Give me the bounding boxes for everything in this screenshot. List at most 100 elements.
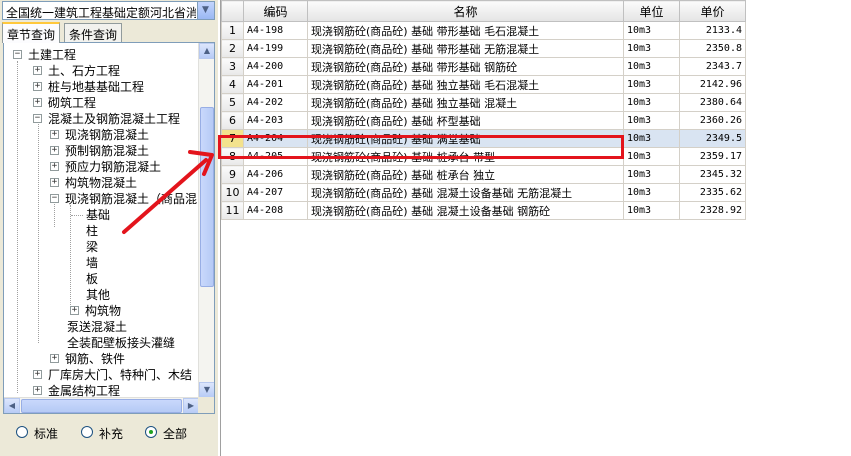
cell-code[interactable]: A4-203 (243, 111, 308, 130)
table-row[interactable]: 10 A4-207 现浇钢筋砼(商品砼) 基础 混凝土设备基础 无筋混凝土 10m3 2… (221, 183, 746, 202)
expand-icon[interactable]: + (33, 386, 42, 395)
collapse-icon[interactable]: − (50, 194, 59, 203)
row-number[interactable]: 9 (221, 165, 244, 184)
cell-price[interactable]: 2343.7 (679, 57, 746, 76)
table-row[interactable]: 3 A4-200 现浇钢筋砼(商品砼) 基础 带形基础 钢筋砼 10m3 2343.7 (221, 57, 746, 76)
collapse-icon[interactable]: − (13, 50, 22, 59)
table-row[interactable]: 2 A4-199 现浇钢筋砼(商品砼) 基础 带形基础 无筋混凝土 10m3 2350.… (221, 39, 746, 58)
cell-code[interactable]: A4-199 (243, 39, 308, 58)
cell-name[interactable]: 现浇钢筋砼(商品砼) 基础 独立基础 毛石混凝土 (307, 75, 624, 94)
cell-code[interactable]: A4-202 (243, 93, 308, 112)
table-row[interactable]: 4 A4-201 现浇钢筋砼(商品砼) 基础 独立基础 毛石混凝土 10m3 2142.… (221, 75, 746, 94)
tab-condition-query[interactable]: 条件查询 (64, 23, 123, 42)
row-number[interactable]: 11 (221, 201, 244, 220)
dropdown-button[interactable]: ▼ (197, 2, 214, 19)
table-row[interactable]: 6 A4-203 现浇钢筋砼(商品砼) 基础 杯型基础 10m3 2360.26 (221, 111, 746, 130)
row-number[interactable]: 6 (221, 111, 244, 130)
cell-price[interactable]: 2350.8 (679, 39, 746, 58)
scroll-right-button[interactable]: ▶ (183, 398, 199, 413)
expand-icon[interactable]: + (50, 130, 59, 139)
expand-icon[interactable]: + (33, 82, 42, 91)
expand-icon[interactable]: + (33, 66, 42, 75)
cell-name[interactable]: 现浇钢筋砼(商品砼) 基础 杯型基础 (307, 111, 624, 130)
cell-unit[interactable]: 10m3 (623, 75, 680, 94)
header-unit[interactable]: 单位 (623, 0, 680, 22)
radio-circle[interactable] (81, 426, 93, 438)
row-number[interactable]: 7 (221, 129, 244, 148)
table-row[interactable]: 9 A4-206 现浇钢筋砼(商品砼) 基础 桩承台 独立 10m3 2345.32 (221, 165, 746, 184)
radio-circle[interactable] (16, 426, 28, 438)
cell-unit[interactable]: 10m3 (623, 129, 680, 148)
expand-icon[interactable]: + (33, 98, 42, 107)
cell-code[interactable]: A4-204 (243, 129, 308, 148)
cell-price[interactable]: 2345.32 (679, 165, 746, 184)
radio-circle[interactable] (145, 426, 157, 438)
cell-name[interactable]: 现浇钢筋砼(商品砼) 基础 带形基础 毛石混凝土 (307, 21, 624, 40)
tab-chapter-query[interactable]: 章节查询 (2, 22, 61, 43)
cell-price[interactable]: 2359.17 (679, 147, 746, 166)
cell-code[interactable]: A4-201 (243, 75, 308, 94)
tree-vertical-scrollbar[interactable]: ▲ ▼ (198, 43, 214, 398)
row-number[interactable]: 4 (221, 75, 244, 94)
cell-code[interactable]: A4-206 (243, 165, 308, 184)
cell-name[interactable]: 现浇钢筋砼(商品砼) 基础 混凝土设备基础 钢筋砼 (307, 201, 624, 220)
cell-name[interactable]: 现浇钢筋砼(商品砼) 基础 混凝土设备基础 无筋混凝土 (307, 183, 624, 202)
scroll-thumb[interactable] (200, 107, 214, 287)
tree-node-label: 基础 (86, 208, 111, 222)
cell-name[interactable]: 现浇钢筋砼(商品砼) 基础 带形基础 无筋混凝土 (307, 39, 624, 58)
cell-unit[interactable]: 10m3 (623, 111, 680, 130)
row-number[interactable]: 1 (221, 21, 244, 40)
expand-icon[interactable]: + (50, 178, 59, 187)
header-name[interactable]: 名称 (307, 0, 624, 22)
cell-price[interactable]: 2335.62 (679, 183, 746, 202)
table-row[interactable]: 5 A4-202 现浇钢筋砼(商品砼) 基础 独立基础 混凝土 10m3 2380.64 (221, 93, 746, 112)
row-number[interactable]: 8 (221, 147, 244, 166)
cell-unit[interactable]: 10m3 (623, 57, 680, 76)
cell-unit[interactable]: 10m3 (623, 201, 680, 220)
cell-code[interactable]: A4-198 (243, 21, 308, 40)
table-row[interactable]: 1 A4-198 现浇钢筋砼(商品砼) 基础 带形基础 毛石混凝土 10m3 2133.… (221, 21, 746, 40)
cell-code[interactable]: A4-205 (243, 147, 308, 166)
tree-horizontal-scrollbar[interactable]: ◀ ▶ (4, 397, 199, 413)
cell-price[interactable]: 2142.96 (679, 75, 746, 94)
cell-price[interactable]: 2328.92 (679, 201, 746, 220)
expand-icon[interactable]: + (33, 370, 42, 379)
table-row[interactable]: 11 A4-208 现浇钢筋砼(商品砼) 基础 混凝土设备基础 钢筋砼 10m3 232… (221, 201, 746, 220)
scroll-down-button[interactable]: ▼ (199, 382, 214, 398)
expand-icon[interactable]: + (50, 146, 59, 155)
expand-icon[interactable]: + (50, 162, 59, 171)
cell-name[interactable]: 现浇钢筋砼(商品砼) 基础 桩承台 带型 (307, 147, 624, 166)
cell-price[interactable]: 2380.64 (679, 93, 746, 112)
expand-icon[interactable]: + (70, 306, 79, 315)
row-number[interactable]: 3 (221, 57, 244, 76)
collapse-icon[interactable]: − (33, 114, 42, 123)
cell-name[interactable]: 现浇钢筋砼(商品砼) 基础 桩承台 独立 (307, 165, 624, 184)
cell-name[interactable]: 现浇钢筋砼(商品砼) 基础 带形基础 钢筋砼 (307, 57, 624, 76)
row-number[interactable]: 2 (221, 39, 244, 58)
cell-unit[interactable]: 10m3 (623, 39, 680, 58)
cell-unit[interactable]: 10m3 (623, 165, 680, 184)
cell-unit[interactable]: 10m3 (623, 183, 680, 202)
expand-icon[interactable]: + (50, 354, 59, 363)
header-price[interactable]: 单价 (679, 0, 746, 22)
scroll-up-button[interactable]: ▲ (199, 43, 214, 59)
table-row[interactable]: 7 A4-204 现浇钢筋砼(商品砼) 基础 满堂基础 10m3 2349.5 (221, 129, 746, 148)
cell-name[interactable]: 现浇钢筋砼(商品砼) 基础 独立基础 混凝土 (307, 93, 624, 112)
quota-library-select[interactable]: 全国统一建筑工程基础定额河北省消 ▼ (2, 1, 215, 20)
cell-name[interactable]: 现浇钢筋砼(商品砼) 基础 满堂基础 (307, 129, 624, 148)
scroll-thumb[interactable] (21, 399, 182, 413)
cell-code[interactable]: A4-200 (243, 57, 308, 76)
scroll-left-button[interactable]: ◀ (4, 398, 20, 413)
cell-price[interactable]: 2349.5 (679, 129, 746, 148)
cell-unit[interactable]: 10m3 (623, 21, 680, 40)
cell-unit[interactable]: 10m3 (623, 93, 680, 112)
cell-unit[interactable]: 10m3 (623, 147, 680, 166)
cell-code[interactable]: A4-207 (243, 183, 308, 202)
row-number[interactable]: 10 (221, 183, 244, 202)
cell-price[interactable]: 2360.26 (679, 111, 746, 130)
header-code[interactable]: 编码 (243, 0, 308, 22)
table-row[interactable]: 8 A4-205 现浇钢筋砼(商品砼) 基础 桩承台 带型 10m3 2359.17 (221, 147, 746, 166)
cell-price[interactable]: 2133.4 (679, 21, 746, 40)
cell-code[interactable]: A4-208 (243, 201, 308, 220)
row-number[interactable]: 5 (221, 93, 244, 112)
